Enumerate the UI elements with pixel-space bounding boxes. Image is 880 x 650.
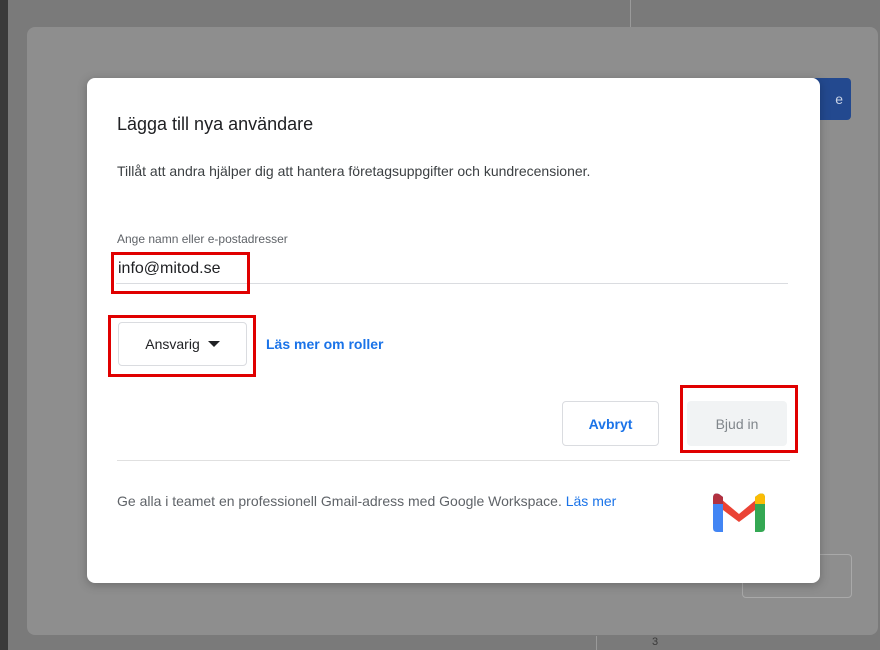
- background-divider-bottom: [596, 636, 597, 650]
- cancel-button[interactable]: Avbryt: [562, 401, 659, 446]
- background-action-button-label: e: [835, 91, 843, 107]
- invite-button[interactable]: Bjud in: [687, 401, 787, 446]
- email-field-label: Ange namn eller e-postadresser: [117, 232, 288, 246]
- workspace-promo-text: Ge alla i teamet en professionell Gmail-…: [117, 493, 566, 509]
- dialog-title: Lägga till nya användare: [117, 114, 314, 134]
- background-page-number: 3: [652, 636, 659, 648]
- dialog-divider: [117, 460, 790, 461]
- email-field[interactable]: [116, 254, 788, 284]
- workspace-promo-link[interactable]: Läs mer: [566, 493, 617, 509]
- dialog-description: Tillåt att andra hjälper dig att hantera…: [117, 163, 591, 179]
- add-users-dialog: Lägga till nya användare Tillåt att andr…: [87, 78, 820, 583]
- gmail-logo-icon: [711, 490, 767, 539]
- learn-more-roles-link[interactable]: Läs mer om roller: [266, 336, 384, 352]
- role-dropdown[interactable]: Ansvarig: [118, 322, 247, 366]
- caret-down-icon: [207, 341, 220, 347]
- background-edge: [0, 0, 8, 650]
- role-dropdown-label: Ansvarig: [145, 336, 200, 352]
- workspace-promo: Ge alla i teamet en professionell Gmail-…: [117, 490, 697, 512]
- background-divider: [630, 0, 631, 27]
